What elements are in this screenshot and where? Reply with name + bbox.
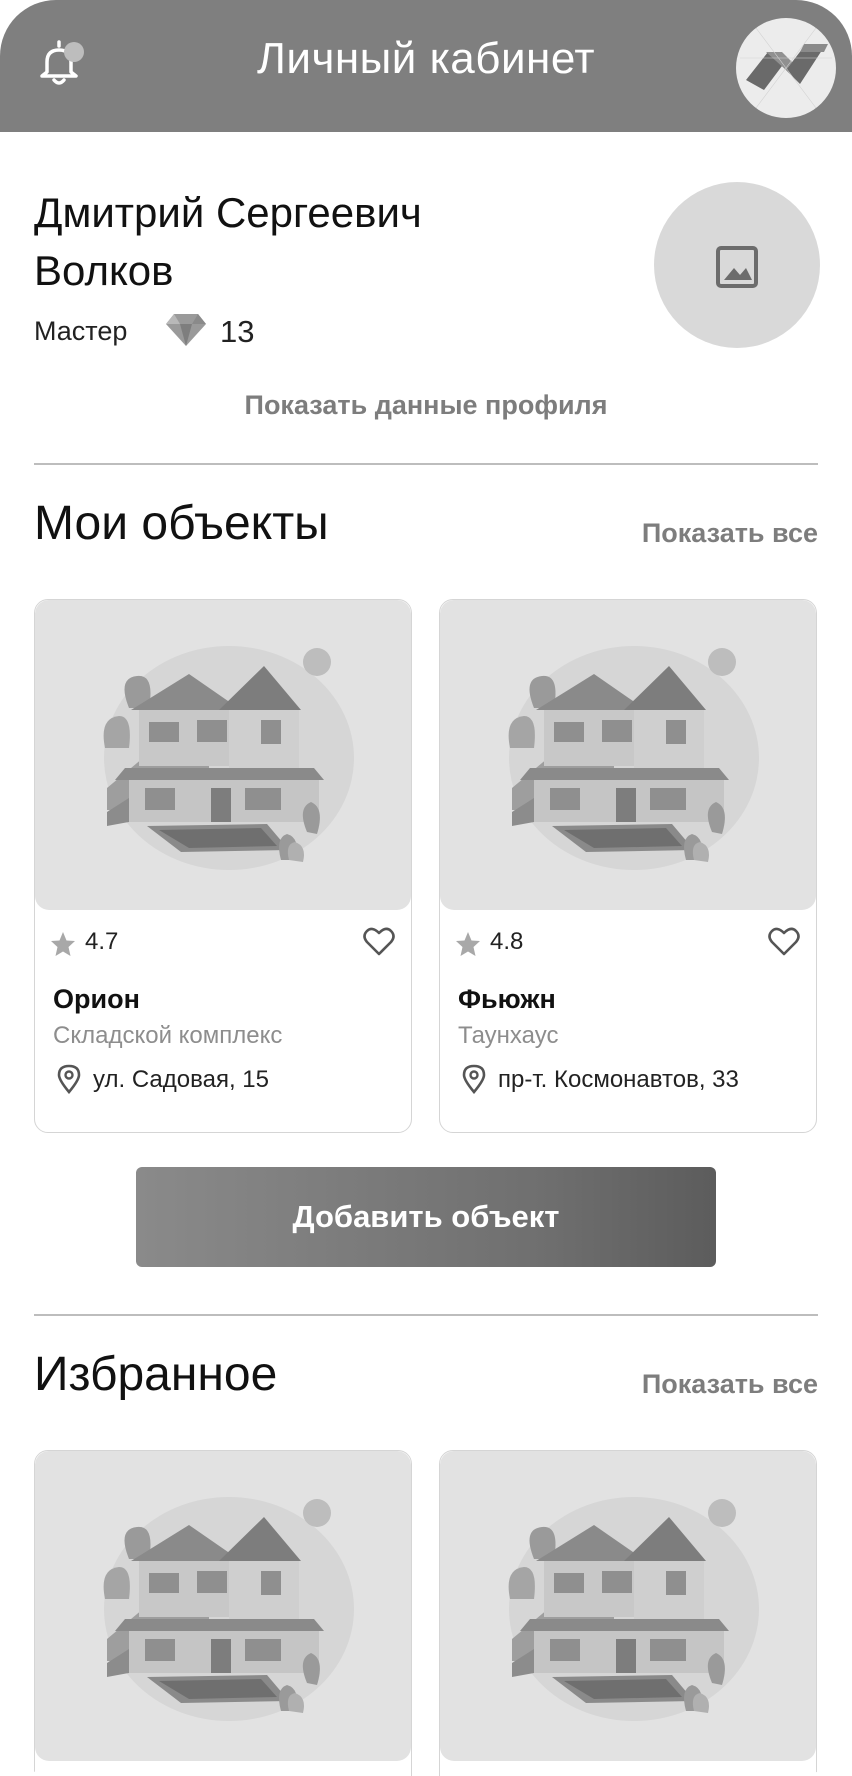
location-pin-icon	[462, 1064, 486, 1094]
profile-name: Дмитрий Сергеевич Волков	[34, 189, 422, 294]
favorites-title: Избранное	[34, 1348, 278, 1401]
house-illustration	[494, 638, 764, 878]
profile-points: 13	[220, 314, 255, 349]
favorite-card[interactable]	[439, 1450, 817, 1776]
add-object-button[interactable]: Добавить объект	[136, 1167, 716, 1267]
page-title: Личный кабинет	[256, 34, 596, 83]
app-screen: Личный кабинет Дмитрий Сергеевич Волков …	[0, 0, 852, 1776]
show-profile-link[interactable]: Показать данные профиля	[0, 390, 852, 421]
object-image	[35, 600, 411, 910]
object-type: Складской комплекс	[53, 1022, 283, 1049]
divider	[34, 463, 818, 465]
object-card[interactable]: 4.8 Фьюжн Таунхаус пр-т. Космонавтов, 33	[439, 599, 817, 1133]
my-objects-title: Мои объекты	[34, 497, 329, 550]
image-icon	[716, 246, 758, 288]
object-name: Орион	[53, 984, 140, 1014]
logo-icon[interactable]	[736, 18, 836, 118]
gem-icon	[166, 314, 206, 346]
heart-icon[interactable]	[768, 926, 800, 956]
star-icon	[51, 932, 75, 956]
favorite-card[interactable]	[34, 1450, 412, 1776]
object-address: ул. Садовая, 15	[93, 1066, 269, 1093]
object-rating: 4.7	[85, 928, 119, 955]
profile-role: Мастер	[34, 316, 128, 346]
object-name: Фьюжн	[458, 984, 556, 1014]
my-objects-show-all-link[interactable]: Показать все	[642, 518, 818, 549]
object-rating: 4.8	[490, 928, 524, 955]
object-address: пр-т. Космонавтов, 33	[498, 1066, 739, 1093]
house-illustration	[89, 638, 359, 878]
avatar[interactable]	[654, 182, 820, 348]
star-icon	[456, 932, 480, 956]
app-header: Личный кабинет	[0, 0, 852, 132]
house-illustration	[494, 1489, 764, 1729]
object-image	[440, 600, 816, 910]
divider	[34, 1314, 818, 1316]
object-type: Таунхаус	[458, 1022, 559, 1049]
object-card[interactable]: 4.7 Орион Складской комплекс ул. Садовая…	[34, 599, 412, 1133]
location-pin-icon	[57, 1064, 81, 1094]
heart-icon[interactable]	[363, 926, 395, 956]
favorites-show-all-link[interactable]: Показать все	[642, 1369, 818, 1400]
house-illustration	[89, 1489, 359, 1729]
favorite-image	[35, 1451, 411, 1761]
favorite-image	[440, 1451, 816, 1761]
